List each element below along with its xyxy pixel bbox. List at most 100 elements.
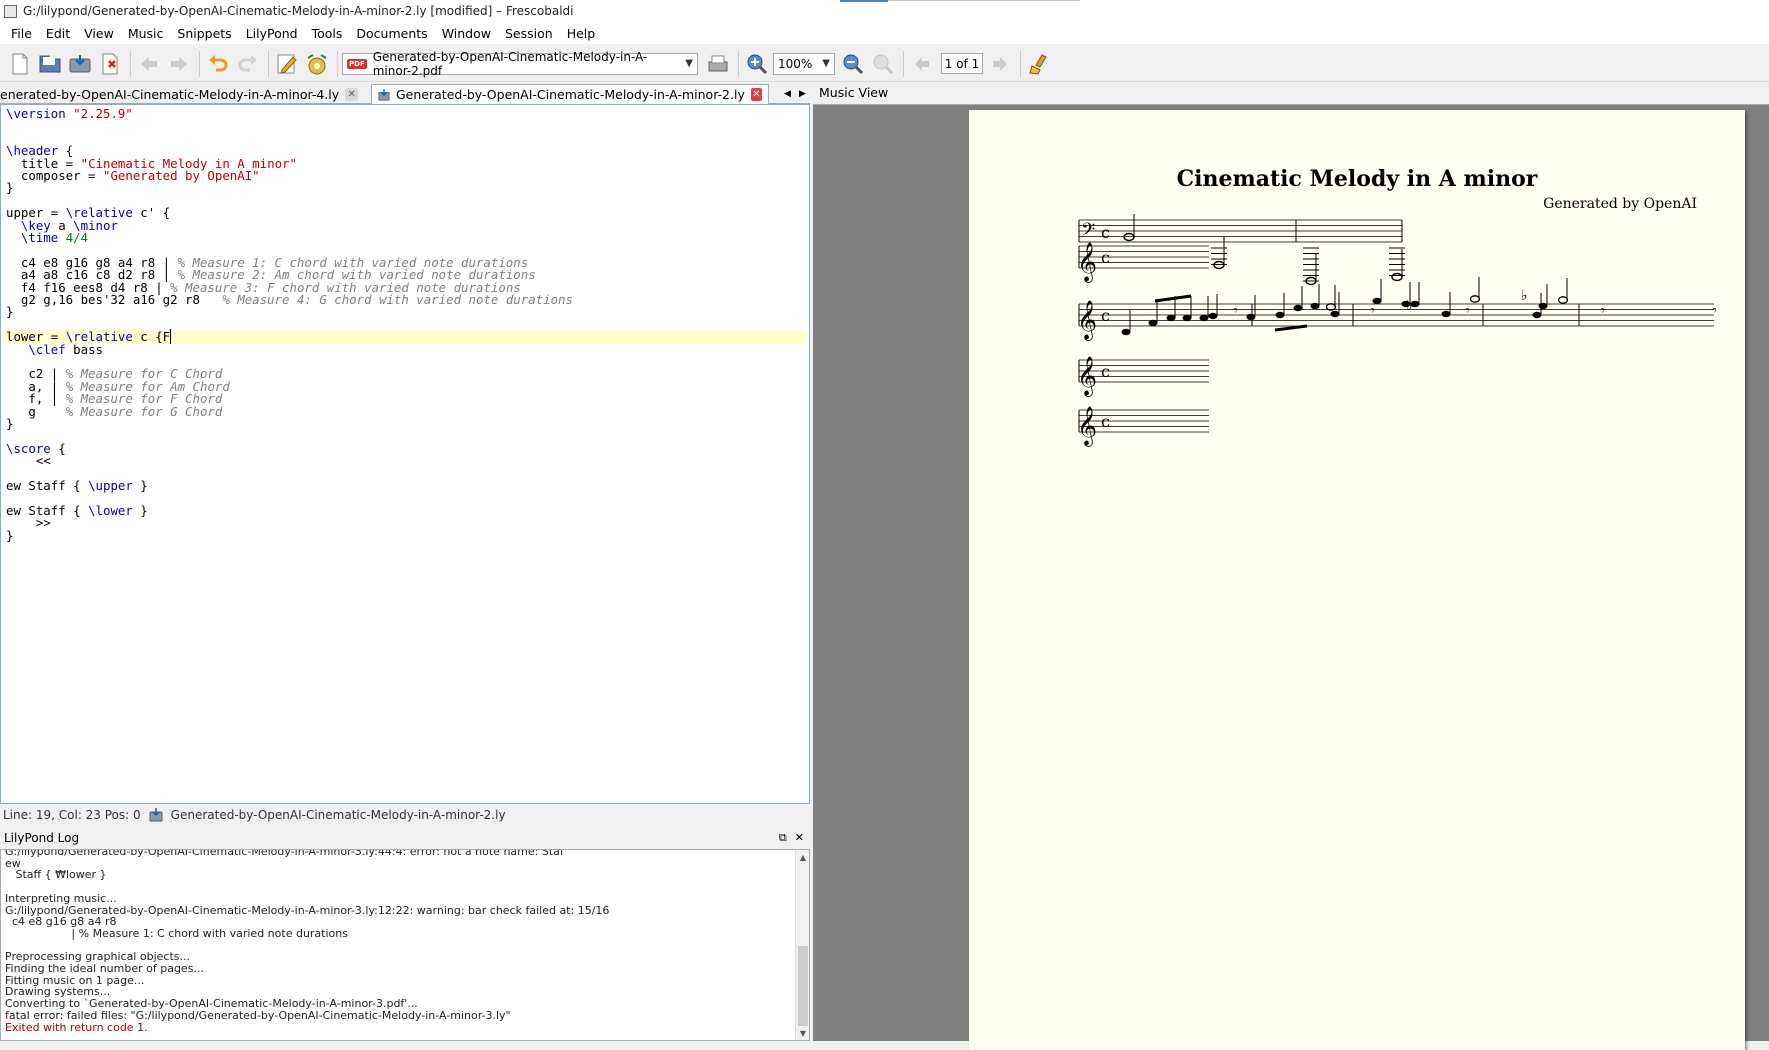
chevron-down-icon: ▼ — [822, 58, 830, 69]
code-line: \version "2.25.9" — [6, 106, 133, 121]
titlebar-accent — [840, 0, 888, 2]
note-head — [1208, 312, 1218, 320]
close-icon[interactable]: ✕ — [345, 87, 359, 101]
log-scrollbar[interactable]: ▲ ▼ — [795, 850, 809, 1040]
scrollbar-thumb[interactable] — [798, 946, 808, 1026]
next-page-icon[interactable] — [986, 50, 1014, 78]
time-signature: c — [1101, 248, 1110, 267]
app-icon — [4, 4, 17, 18]
undo-icon[interactable] — [204, 50, 232, 78]
score-notation: 𝄢 c𝄞 c𝄞 c𝄞 c𝄞 c 𝄾 𝄾 𝄾 𝄾 𝄾♭♭ — [1077, 214, 1717, 447]
tab-label: Generated-by-OpenAI-Cinematic-Melody-in-… — [396, 87, 745, 102]
note-head — [1441, 310, 1451, 318]
menu-documents[interactable]: Documents — [349, 26, 434, 41]
zoom-in-icon[interactable] — [743, 50, 771, 78]
run-lilypond-icon[interactable] — [303, 50, 331, 78]
log-line: | % Measure 1: C chord with varied note … — [5, 926, 348, 940]
log-title: LilyPond Log — [4, 831, 80, 845]
cursor-position: Line: 19, Col: 23 Pos: 0 — [3, 808, 141, 822]
note-head — [1310, 302, 1320, 310]
log-line: G:/lilypond/Generated-by-OpenAI-Cinemati… — [5, 849, 564, 858]
menu-help[interactable]: Help — [560, 26, 603, 41]
code-editor[interactable]: \version "2.25.9" \header { title = "Cine… — [0, 104, 810, 804]
note-head — [1330, 310, 1340, 318]
code-line: \time 4/4 — [20, 230, 89, 245]
open-icon[interactable] — [36, 50, 64, 78]
menu-window[interactable]: Window — [435, 26, 498, 41]
zoom-out-icon[interactable] — [839, 50, 867, 78]
code-line: g % Measure for G Chord — [6, 403, 223, 419]
tab-minor-2[interactable]: Generated-by-OpenAI-Cinematic-Melody-in-… — [371, 84, 769, 104]
time-signature: c — [1101, 362, 1110, 381]
note-beam — [1274, 324, 1308, 332]
toolbar-separator — [199, 50, 200, 77]
log-line: Interpreting music... — [5, 891, 117, 905]
treble-clef: 𝄞 — [1077, 242, 1097, 283]
toolbar-separator — [738, 50, 739, 77]
treble-clef: 𝄞 — [1077, 406, 1097, 447]
note-head — [1293, 304, 1303, 312]
zoom-select[interactable]: 100% ▼ — [773, 52, 835, 75]
log-line: Exited with return code 1. — [5, 1020, 148, 1034]
menu-file[interactable]: File — [4, 26, 39, 41]
tab-label: enerated-by-OpenAI-Cinematic-Melody-in-A… — [0, 86, 340, 102]
page-indicator[interactable]: 1 of 1 — [941, 53, 983, 74]
log-panel-header: LilyPond Log ⧉ ✕ — [0, 828, 810, 848]
note-head — [1246, 313, 1256, 321]
toolbar-separator — [1020, 50, 1021, 77]
print-icon[interactable] — [704, 50, 732, 78]
music-view-panel: Music View Cinematic Melody in A minor G… — [813, 82, 1769, 1050]
redo-icon[interactable] — [234, 50, 262, 78]
rest: 𝄾 — [1713, 303, 1717, 319]
float-icon[interactable]: ⧉ — [779, 831, 787, 845]
menu-session[interactable]: Session — [498, 26, 560, 41]
code-line: << — [6, 453, 51, 469]
music-view-canvas[interactable]: Cinematic Melody in A minor Generated by… — [813, 104, 1769, 1050]
flat-accidental: ♭ — [1521, 288, 1528, 304]
score-page[interactable]: Cinematic Melody in A minor Generated by… — [969, 110, 1745, 1050]
forward-icon[interactable] — [165, 50, 193, 78]
note-head — [1123, 232, 1135, 242]
time-signature: c — [1101, 223, 1110, 242]
log-output[interactable]: ▲ ▼ G:/lilypond/Generated-by-OpenAI-Cine… — [0, 849, 810, 1041]
scroll-up-icon[interactable]: ▲ — [796, 850, 809, 864]
menu-view[interactable]: View — [77, 26, 121, 41]
back-icon[interactable] — [135, 50, 163, 78]
prev-page-icon[interactable] — [908, 50, 936, 78]
close-icon[interactable]: ✕ — [750, 88, 762, 101]
document-select-value: Generated-by-OpenAI-Cinematic-Melody-in-… — [372, 49, 648, 78]
note-head — [1166, 314, 1176, 322]
menu-edit[interactable]: Edit — [39, 26, 77, 41]
chevron-right-icon[interactable]: ▶ — [796, 86, 809, 101]
close-icon[interactable]: ✕ — [795, 831, 804, 845]
time-signature: c — [1101, 412, 1110, 431]
clear-icon[interactable] — [1025, 50, 1053, 78]
zoom-fit-icon[interactable] — [869, 50, 897, 78]
note-head — [1199, 314, 1209, 322]
document-select[interactable]: PDF Generated-by-OpenAI-Cinematic-Melody… — [342, 49, 698, 78]
treble-clef: 𝄞 — [1077, 300, 1097, 341]
text-cursor — [170, 329, 172, 345]
new-document-icon[interactable] — [6, 50, 34, 78]
save-icon[interactable] — [66, 50, 94, 78]
menu-tools[interactable]: Tools — [305, 26, 350, 41]
rest: 𝄾 — [1601, 303, 1605, 319]
code-line: ew Staff { \upper } — [6, 478, 148, 493]
close-document-icon[interactable] — [96, 50, 124, 78]
note-head — [1532, 311, 1542, 319]
menu-snippets[interactable]: Snippets — [170, 26, 238, 41]
window-title: G:/lilypond/Generated-by-OpenAI-Cinemati… — [23, 4, 574, 18]
menu-lilypond[interactable]: LilyPond — [239, 26, 305, 41]
scroll-down-icon[interactable]: ▼ — [796, 1026, 809, 1040]
chevron-left-icon[interactable]: ◀ — [781, 86, 794, 101]
save-icon — [149, 808, 163, 822]
titlebar-accent-line — [888, 0, 1080, 1]
time-signature: c — [1101, 306, 1110, 325]
treble-clef: 𝄞 — [1077, 356, 1097, 397]
status-bar: Line: 19, Col: 23 Pos: 0 Generated-by-Op… — [0, 805, 810, 825]
code-line: } — [6, 527, 14, 543]
edit-icon[interactable] — [273, 50, 301, 78]
menu-music[interactable]: Music — [121, 26, 171, 41]
tab-minor-4[interactable]: enerated-by-OpenAI-Cinematic-Melody-in-A… — [0, 84, 368, 104]
note-head — [1148, 319, 1158, 327]
